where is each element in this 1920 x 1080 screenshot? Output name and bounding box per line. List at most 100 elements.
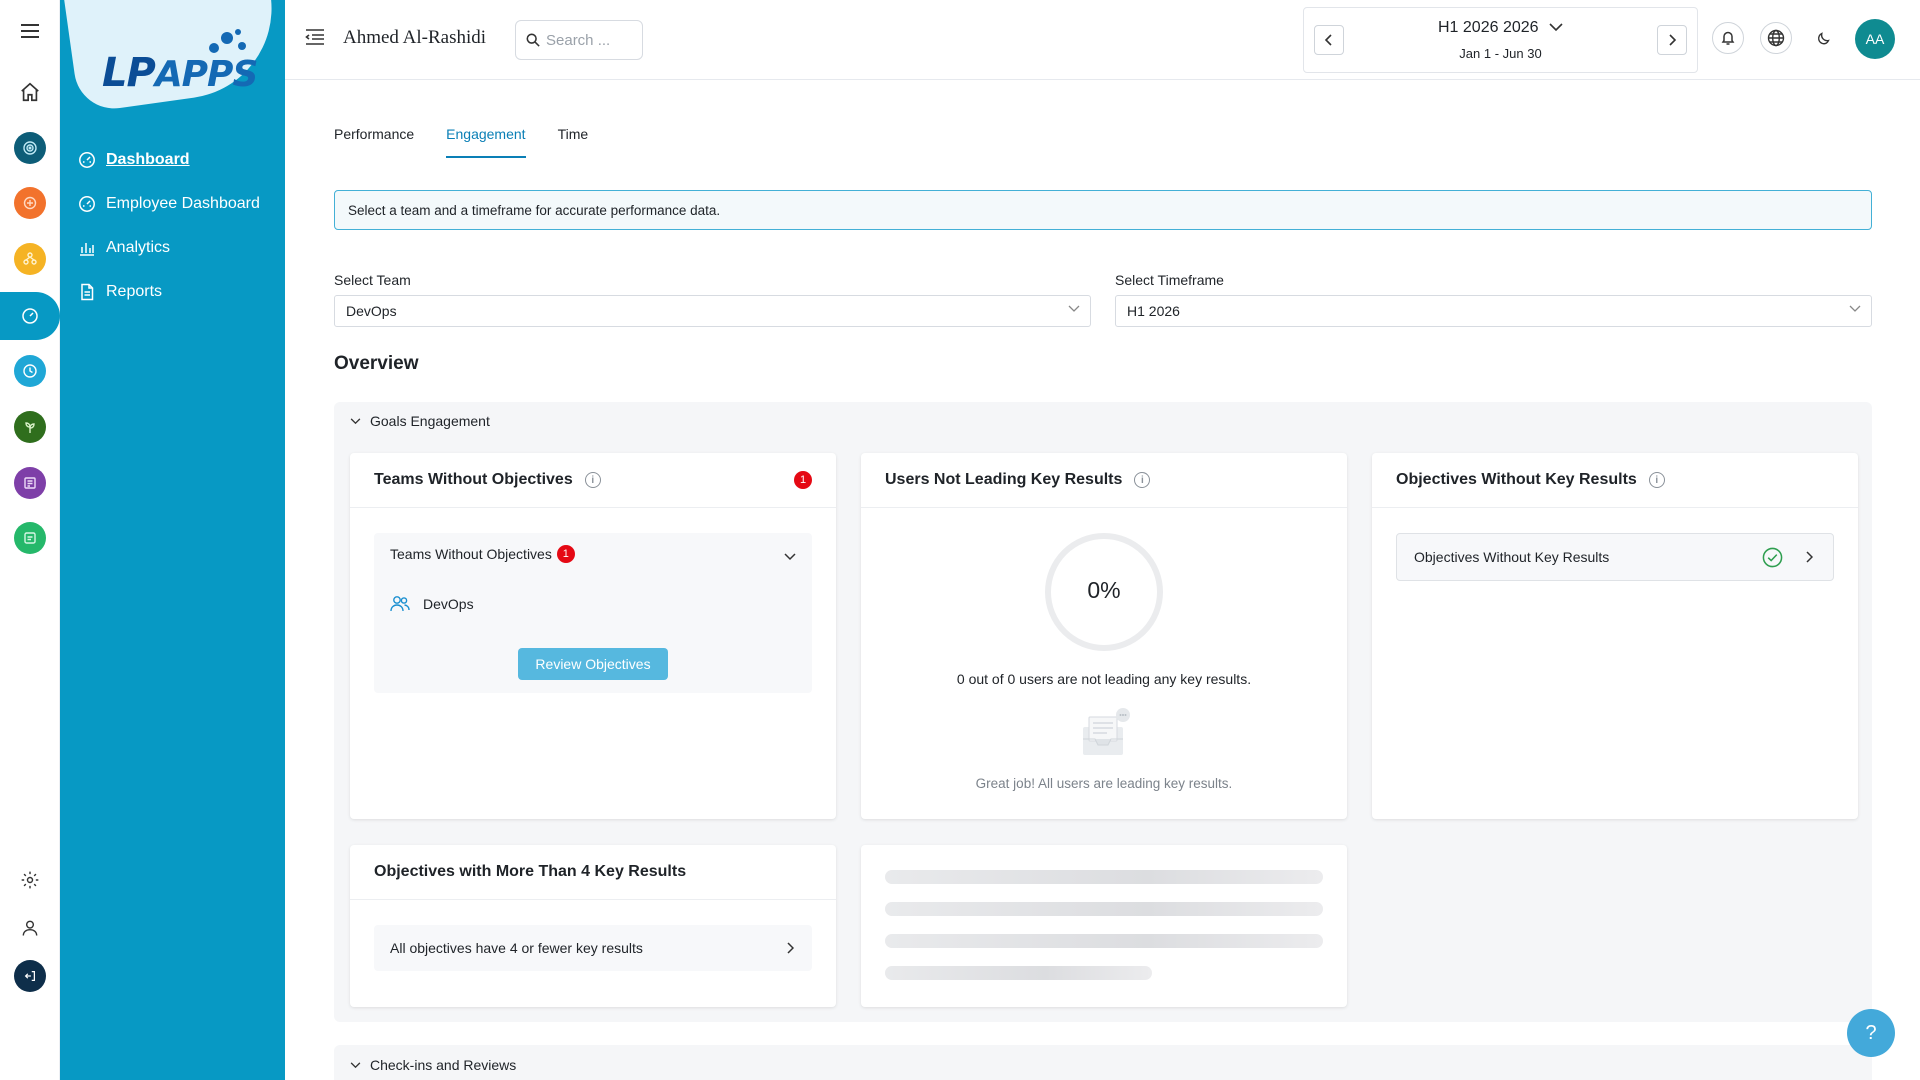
team-select[interactable]: DevOps (334, 295, 1091, 327)
goals-app-icon[interactable] (14, 132, 46, 164)
next-period-button[interactable] (1657, 25, 1687, 55)
logo-prefix: LP (102, 50, 156, 96)
tab-engagement[interactable]: Engagement (446, 126, 526, 158)
timeframe-select-value: H1 2026 (1127, 303, 1180, 319)
section-title: Goals Engagement (370, 413, 490, 429)
sidebar-item-label: Employee Dashboard (106, 195, 260, 212)
info-icon[interactable]: i (1648, 472, 1665, 488)
card-title: Objectives with More Than 4 Key Results (374, 863, 687, 880)
time-app-icon[interactable] (14, 355, 46, 387)
chevron-down-icon (350, 1061, 361, 1068)
card-title: Teams Without Objectives (374, 471, 573, 488)
document-icon (76, 281, 98, 303)
objectives-more-than-4-card: Objectives with More Than 4 Key Results … (350, 845, 836, 1007)
collapse-menu-icon[interactable] (305, 28, 327, 50)
team-select-label: Select Team (334, 272, 411, 288)
info-icon[interactable]: i (1134, 472, 1151, 488)
period-selector: H1 2026 2026 Jan 1 - Jun 30 (1303, 7, 1698, 73)
timeframe-select[interactable]: H1 2026 (1115, 295, 1872, 327)
percent-value: 0% (1087, 577, 1121, 603)
search-icon (526, 33, 540, 47)
card-header: Teams Without Objectives i 1 (350, 453, 836, 508)
survey-app-icon[interactable] (14, 467, 46, 499)
empty-state-message: Great job! All users are leading key res… (975, 776, 1233, 791)
teams-group-header[interactable]: Teams Without Objectives 1 (390, 545, 575, 563)
card-title: Objectives Without Key Results (1396, 471, 1637, 488)
dashboard-tabs: Performance Engagement Time (334, 126, 620, 158)
sidebar-item-label: Dashboard (106, 151, 190, 168)
teams-group-panel: Teams Without Objectives 1 DevOps Review… (374, 533, 812, 693)
logout-icon[interactable] (14, 960, 46, 992)
feedback-app-icon[interactable] (14, 187, 46, 219)
users-summary-text: 0 out of 0 users are not leading any key… (956, 671, 1252, 687)
card-header: Objectives Without Key Results i (1372, 453, 1858, 508)
hamburger-menu-icon[interactable] (14, 15, 46, 47)
tab-time[interactable]: Time (558, 126, 589, 158)
check-circle-icon (1762, 547, 1783, 568)
sidebar-item-reports[interactable]: Reports (76, 270, 260, 314)
period-dropdown[interactable]: H1 2026 2026 (1304, 19, 1697, 37)
chevron-right-icon (1806, 551, 1813, 563)
loading-skeleton-card (861, 845, 1347, 1007)
objectives-without-krs-card: Objectives Without Key Results i Objecti… (1372, 453, 1858, 819)
checkins-reviews-toggle[interactable]: Check-ins and Reviews (350, 1057, 516, 1073)
sidebar-item-label: Analytics (106, 239, 171, 256)
period-range: Jan 1 - Jun 30 (1459, 46, 1542, 61)
settings-gear-icon[interactable] (14, 864, 46, 896)
skeleton-line (885, 870, 1323, 884)
card-header: Users Not Leading Key Results i (861, 453, 1347, 508)
logo-bubbles-icon (209, 29, 246, 53)
card-header: Objectives with More Than 4 Key Results (350, 845, 836, 900)
alert-text: Select a team and a timeframe for accura… (348, 202, 721, 218)
dashboard-app-icon[interactable] (14, 300, 46, 332)
skeleton-line (885, 966, 1152, 980)
chevron-right-icon (787, 942, 794, 954)
search-input[interactable] (546, 31, 636, 49)
checkins-reviews-section: Check-ins and Reviews (334, 1045, 1872, 1080)
growth-app-icon[interactable] (14, 411, 46, 443)
app-sidebar: LPAPPS Dashboard Employee Dashboard Anal… (60, 0, 285, 1080)
question-mark-icon: ? (1865, 1021, 1877, 1044)
chevron-down-icon[interactable] (784, 553, 796, 561)
sidebar-item-label: Reports (106, 283, 163, 300)
notifications-bell-icon[interactable] (1712, 22, 1744, 54)
chevron-down-icon (350, 417, 361, 424)
sidebar-item-dashboard[interactable]: Dashboard (76, 138, 260, 182)
icon-rail (0, 0, 60, 1080)
objectives-more-than-4-row[interactable]: All objectives have 4 or fewer key resul… (374, 925, 812, 971)
team-name: DevOps (423, 596, 474, 612)
objectives-without-krs-row[interactable]: Objectives Without Key Results (1396, 533, 1834, 581)
skeleton-line (885, 902, 1323, 916)
info-alert: Select a team and a timeframe for accura… (334, 190, 1872, 230)
users-not-leading-card: Users Not Leading Key Results i 0% 0 out… (861, 453, 1347, 819)
info-icon[interactable]: i (584, 472, 601, 488)
dark-mode-moon-icon[interactable] (1808, 22, 1840, 54)
chevron-down-icon (1068, 305, 1080, 312)
current-user-name: Ahmed Al-Rashidi (343, 27, 487, 48)
language-globe-icon[interactable] (1760, 22, 1792, 54)
section-title: Check-ins and Reviews (370, 1057, 517, 1073)
network-app-icon[interactable] (14, 243, 46, 275)
learning-app-icon[interactable] (14, 522, 46, 554)
tab-performance[interactable]: Performance (334, 126, 414, 158)
top-bar: Ahmed Al-Rashidi H1 2026 2026 Jan 1 - Ju… (285, 0, 1920, 80)
sidebar-item-analytics[interactable]: Analytics (76, 226, 260, 270)
team-select-value: DevOps (346, 303, 397, 319)
sidebar-item-employee-dashboard[interactable]: Employee Dashboard (76, 182, 260, 226)
row-label: All objectives have 4 or fewer key resul… (390, 940, 643, 956)
user-profile-icon[interactable] (14, 912, 46, 944)
help-button[interactable]: ? (1847, 1009, 1895, 1057)
goals-engagement-toggle[interactable]: Goals Engagement (350, 413, 490, 429)
period-title: H1 2026 2026 (1438, 19, 1539, 36)
team-users-icon (390, 596, 410, 612)
search-box[interactable] (515, 20, 643, 60)
overview-heading: Overview (334, 353, 419, 374)
home-icon[interactable] (14, 76, 46, 108)
row-label: Objectives Without Key Results (1414, 549, 1610, 565)
card-title: Users Not Leading Key Results (885, 471, 1123, 488)
teams-without-objectives-card: Teams Without Objectives i 1 Teams Witho… (350, 453, 836, 819)
user-avatar[interactable]: AA (1855, 19, 1895, 59)
sidebar-nav: Dashboard Employee Dashboard Analytics R… (76, 138, 260, 314)
review-objectives-button[interactable]: Review Objectives (518, 648, 668, 680)
skeleton-line (885, 934, 1323, 948)
